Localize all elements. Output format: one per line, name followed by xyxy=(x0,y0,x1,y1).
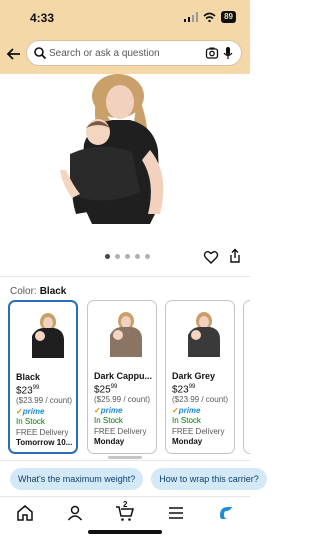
question-chip[interactable]: How to wrap this carrier? xyxy=(151,468,267,490)
product-photo xyxy=(60,74,164,224)
drawer-handle[interactable] xyxy=(108,456,142,459)
status-icons: 89 xyxy=(184,11,236,23)
prime-badge: ✓prime xyxy=(16,406,45,416)
image-pagination xyxy=(105,254,150,259)
variant-details: Black $2399 ($23.99 / count) ✓prime In S… xyxy=(16,372,76,449)
variant-name: Dark Cappu... xyxy=(94,371,153,381)
stock-status: In Stock xyxy=(16,417,45,427)
variant-card-dark-grey[interactable]: Dark Grey $2399 ($23.99 / count) ✓prime … xyxy=(165,300,235,454)
variant-image xyxy=(110,312,142,357)
status-time: 4:33 xyxy=(30,11,55,25)
delivery-day: Tomorrow 10... xyxy=(16,438,73,448)
variant-card-partial[interactable] xyxy=(243,300,250,454)
pagination-dot[interactable] xyxy=(105,254,110,259)
variant-price: $2399 xyxy=(16,384,40,396)
wifi-icon xyxy=(203,12,216,22)
search-icon xyxy=(34,47,47,60)
divider xyxy=(0,460,250,461)
variant-details: Dark Grey $2399 ($23.99 / count) ✓prime … xyxy=(172,371,234,448)
prime-badge: ✓prime xyxy=(172,405,201,415)
suggested-questions: What's the maximum weight? How to wrap t… xyxy=(10,468,267,490)
cart-button[interactable]: 2 xyxy=(115,500,135,523)
product-image[interactable] xyxy=(0,74,250,244)
bottom-navigation: 2 xyxy=(0,496,250,542)
status-bar: 4:33 89 xyxy=(0,0,250,36)
color-label: Color: xyxy=(10,286,37,297)
heart-icon[interactable] xyxy=(203,249,219,265)
back-arrow-icon[interactable] xyxy=(4,44,24,64)
variant-price: $2599 xyxy=(94,383,118,395)
variant-name: Black xyxy=(16,372,41,382)
stock-status: In Stock xyxy=(94,416,123,426)
rufus-assistant-icon[interactable] xyxy=(216,503,236,523)
color-selector-label: Color: Black xyxy=(10,286,66,297)
home-indicator xyxy=(88,530,162,534)
variant-unit-price: ($25.99 / count) xyxy=(94,395,151,405)
variant-card-black[interactable]: Black $2399 ($23.99 / count) ✓prime In S… xyxy=(8,300,78,454)
variant-name: Dark Grey xyxy=(172,371,216,381)
home-icon[interactable] xyxy=(15,503,35,523)
share-icon[interactable] xyxy=(228,248,242,264)
variant-unit-price: ($23.99 / count) xyxy=(16,396,73,406)
variant-carousel[interactable]: Black $2399 ($23.99 / count) ✓prime In S… xyxy=(8,300,250,456)
variant-details: Dark Cappu... $2599 ($25.99 / count) ✓pr… xyxy=(94,371,156,448)
battery-indicator: 89 xyxy=(221,11,236,23)
cart-count: 2 xyxy=(123,500,128,509)
divider xyxy=(0,276,250,277)
search-header: Search or ask a question xyxy=(0,36,250,74)
camera-scan-icon[interactable] xyxy=(205,46,219,60)
stock-status: In Stock xyxy=(172,416,201,426)
search-placeholder: Search or ask a question xyxy=(49,48,160,59)
delivery-day: Monday xyxy=(94,437,125,447)
variant-image xyxy=(188,312,220,357)
search-input[interactable]: Search or ask a question xyxy=(26,40,242,66)
microphone-icon[interactable] xyxy=(221,46,235,60)
pagination-dot[interactable] xyxy=(125,254,130,259)
variant-card-dark-cappuccino[interactable]: Dark Cappu... $2599 ($25.99 / count) ✓pr… xyxy=(87,300,157,454)
menu-icon[interactable] xyxy=(166,503,186,523)
variant-price: $2399 xyxy=(172,383,196,395)
delivery-label: FREE Delivery xyxy=(172,426,225,436)
variant-image xyxy=(32,313,64,358)
pagination-dot[interactable] xyxy=(135,254,140,259)
delivery-label: FREE Delivery xyxy=(16,427,69,437)
delivery-label: FREE Delivery xyxy=(94,426,147,436)
question-chip[interactable]: What's the maximum weight? xyxy=(10,468,144,490)
prime-badge: ✓prime xyxy=(94,405,123,415)
color-value: Black xyxy=(39,286,67,297)
pagination-dot[interactable] xyxy=(145,254,150,259)
account-icon[interactable] xyxy=(65,503,85,523)
pagination-dot[interactable] xyxy=(115,254,120,259)
delivery-day: Monday xyxy=(172,437,203,447)
variant-unit-price: ($23.99 / count) xyxy=(172,395,229,405)
signal-icon xyxy=(184,12,199,22)
